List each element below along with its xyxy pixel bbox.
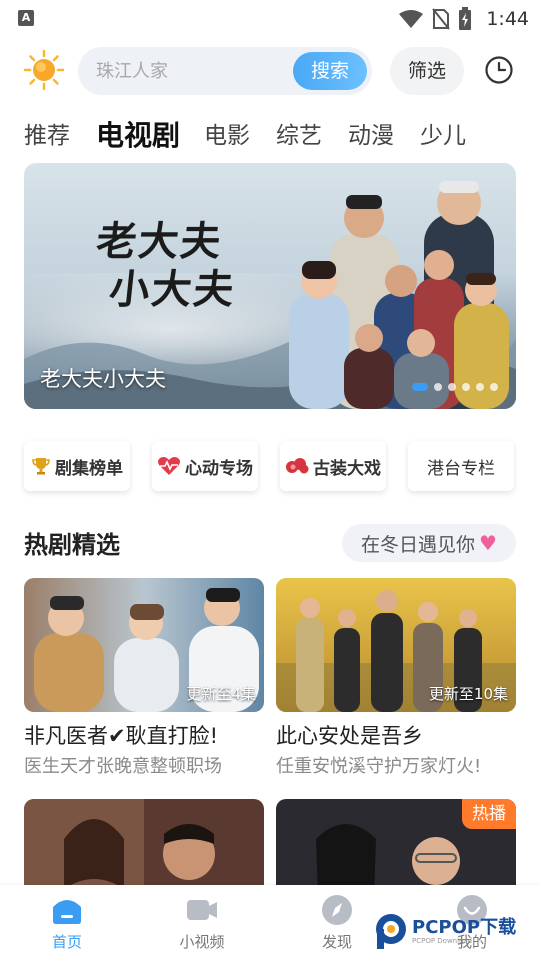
nav-home[interactable]: 首页 <box>27 893 107 952</box>
drama-card[interactable]: 更新至4集 非凡医者✔耿直打脸! 医生天才张晚意整顿职场 <box>24 578 264 778</box>
banner-cast-image <box>289 181 509 409</box>
chip-rankings[interactable]: 剧集榜单 <box>24 441 130 491</box>
card-subtitle: 医生天才张晚意整顿职场 <box>24 756 222 777</box>
heartbeat-icon <box>157 457 181 475</box>
status-icons: 1:44 <box>398 6 529 32</box>
nav-label: 首页 <box>51 933 82 951</box>
compass-icon <box>322 895 352 925</box>
calligraphy-line-2: 小大夫 <box>107 266 238 313</box>
tab-anime[interactable]: 动漫 <box>348 116 394 156</box>
tab-tv-series[interactable]: 电视剧 <box>96 116 180 156</box>
wifi-icon <box>399 10 424 28</box>
chip-romance[interactable]: 心动专场 <box>152 441 258 491</box>
section-tag[interactable]: 在冬日遇见你 ♥ <box>342 524 516 562</box>
carousel-dot[interactable] <box>448 383 456 391</box>
home-icon <box>53 900 81 924</box>
chip-costume-drama[interactable]: 古装大戏 <box>280 441 386 491</box>
no-sim-icon <box>432 8 451 30</box>
chip-label: 剧集榜单 <box>55 458 123 479</box>
carousel-dot[interactable] <box>462 383 470 391</box>
nav-short-video[interactable]: 小视频 <box>162 893 242 952</box>
card-thumbnail: 更新至10集 <box>276 578 516 712</box>
nav-discover[interactable]: 发现 <box>297 893 377 952</box>
watermark-text: PCPOP下载 <box>412 916 517 938</box>
tab-variety[interactable]: 综艺 <box>276 116 322 156</box>
video-icon <box>187 900 217 920</box>
section-tag-label: 在冬日遇见你 <box>361 533 476 556</box>
section-title: 热剧精选 <box>24 531 120 559</box>
calligraphy-line-1: 老大夫 <box>94 218 226 265</box>
card-thumbnail: 更新至4集 <box>24 578 264 712</box>
episode-badge: 更新至4集 <box>186 685 256 703</box>
pcpop-logo-icon <box>376 914 406 949</box>
tab-movies[interactable]: 电影 <box>204 116 250 156</box>
history-clock-icon[interactable] <box>484 55 514 85</box>
carousel-dot[interactable] <box>434 383 442 391</box>
search-input[interactable] <box>96 47 286 95</box>
cloud-ornament-icon <box>286 458 309 474</box>
card-title: 非凡医者✔耿直打脸! <box>24 724 219 748</box>
notification-icon: A <box>18 10 34 26</box>
carousel-dot[interactable] <box>476 383 484 391</box>
carousel-indicator <box>412 383 498 391</box>
tab-recommend[interactable]: 推荐 <box>24 116 70 156</box>
search-button[interactable]: 搜索 <box>293 52 367 90</box>
clock: 1:44 <box>486 8 529 30</box>
topic-chips: 剧集榜单 心动专场 古装大戏 港台专栏 <box>24 441 514 491</box>
card-title: 此心安处是吾乡 <box>276 724 423 748</box>
hot-badge: 热播 <box>462 799 516 829</box>
trophy-icon <box>32 458 50 475</box>
filter-button[interactable]: 筛选 <box>390 47 464 95</box>
episode-badge: 更新至10集 <box>428 685 508 703</box>
status-bar: A 1:44 <box>0 0 539 38</box>
watermark-subtext: PCPOP Download <box>412 936 473 945</box>
banner-calligraphy: 老大夫 小大夫 <box>89 218 243 314</box>
chip-label: 古装大戏 <box>313 458 381 479</box>
weather-sun-icon[interactable] <box>24 50 64 90</box>
chip-hk-tw[interactable]: 港台专栏 <box>408 441 514 491</box>
banner-title: 老大夫小大夫 <box>40 367 166 391</box>
tab-kids[interactable]: 少儿 <box>420 116 466 156</box>
nav-label: 发现 <box>321 933 352 951</box>
card-subtitle: 任重安悦溪守护万家灯火! <box>276 756 482 777</box>
battery-charging-icon <box>459 7 472 30</box>
carousel-dot[interactable] <box>490 383 498 391</box>
hero-banner[interactable]: 老大夫 小大夫 老大夫小大夫 <box>24 163 516 409</box>
pcpop-watermark: PCPOP下载 PCPOP Download <box>374 912 516 950</box>
nav-label: 小视频 <box>179 933 225 951</box>
carousel-dot[interactable] <box>412 383 428 391</box>
heart-icon: ♥ <box>479 531 497 555</box>
chip-label: 心动专场 <box>185 458 253 479</box>
drama-card[interactable]: 更新至10集 此心安处是吾乡 任重安悦溪守护万家灯火! <box>276 578 516 778</box>
header-bar: 搜索 筛选 <box>0 44 539 100</box>
category-tabs: 推荐 电视剧 电影 综艺 动漫 少儿 <box>24 112 492 156</box>
search-bar: 搜索 <box>78 47 372 95</box>
chip-label: 港台专栏 <box>427 458 495 479</box>
